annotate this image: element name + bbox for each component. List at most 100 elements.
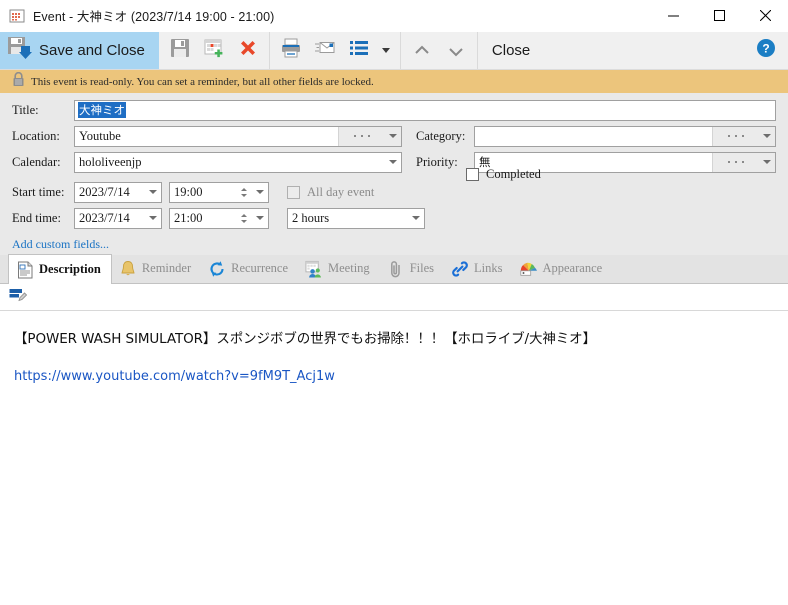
tab-links[interactable]: Links <box>444 254 512 283</box>
duration-dropdown-button[interactable] <box>407 208 424 228</box>
end-date-value: 2023/7/14 <box>79 210 130 225</box>
add-custom-fields-link[interactable]: Add custom fields... <box>0 233 788 255</box>
start-clock-input[interactable]: 19:00 <box>169 181 269 203</box>
calendar-select[interactable]: hololiveenjp <box>74 151 402 173</box>
priority-browse-button[interactable] <box>712 152 758 172</box>
tab-files[interactable]: Files <box>380 254 444 283</box>
lock-icon <box>12 71 25 92</box>
note-edit-icon[interactable] <box>8 286 28 309</box>
chevron-down-icon <box>148 190 157 194</box>
floppy-disk-icon <box>169 37 191 64</box>
chevron-down-icon <box>762 160 771 164</box>
send-email-button[interactable] <box>311 37 339 65</box>
toolbar-group-file <box>159 32 270 69</box>
refresh-circle-icon <box>208 260 226 278</box>
minimize-button[interactable] <box>650 0 696 32</box>
list-view-dropdown[interactable] <box>379 37 393 65</box>
all-day-event-box[interactable] <box>287 185 300 199</box>
paperclip-icon <box>387 260 405 278</box>
tab-meeting[interactable]: Meeting <box>298 254 380 283</box>
readonly-message: This event is read-only. You can set a r… <box>31 75 374 88</box>
category-browse-button[interactable] <box>712 126 758 146</box>
chevron-down-icon <box>762 134 771 138</box>
chevron-down-icon <box>411 216 420 220</box>
close-button[interactable] <box>742 0 788 32</box>
end-date-dropdown-button[interactable] <box>144 208 161 228</box>
save-and-close-icon <box>6 35 32 66</box>
chevron-down-icon <box>148 216 157 220</box>
next-event-button[interactable] <box>442 37 470 65</box>
tab-reminder-label: Reminder <box>141 261 192 275</box>
start-date-value: 2023/7/14 <box>79 184 130 199</box>
list-view-button[interactable] <box>345 37 373 65</box>
calendar-icon <box>9 8 25 24</box>
new-event-button[interactable] <box>200 37 228 65</box>
start-date-input[interactable]: 2023/7/14 <box>74 181 162 203</box>
completed-checkbox[interactable]: Completed <box>466 167 541 182</box>
tab-appearance[interactable]: Appearance <box>512 254 612 283</box>
location-input[interactable]: Youtube <box>74 125 402 147</box>
calendar-priority-row: Calendar: hololiveenjp Priority: 無 <box>12 151 776 173</box>
location-category-row: Location: Youtube Category: <box>12 125 776 147</box>
calendar-plus-icon <box>203 37 225 64</box>
description-panel: 【POWER WASH SIMULATOR】スポンジボブの世界でもお掃除！！！【… <box>0 284 788 605</box>
description-url-link[interactable]: https://www.youtube.com/watch?v=9fM9T_Ac… <box>14 369 774 384</box>
calendar-dropdown-button[interactable] <box>384 152 401 172</box>
previous-event-button[interactable] <box>408 37 436 65</box>
event-form: Title: 大神ミオ Location: Youtube Category: … <box>0 93 788 233</box>
tab-appearance-label: Appearance <box>542 261 603 275</box>
end-clock-dropdown-button[interactable] <box>251 208 268 228</box>
chevron-down-icon <box>255 190 264 194</box>
readonly-info-bar: This event is read-only. You can set a r… <box>0 70 788 93</box>
end-time-row: End time: 2023/7/14 21:00 2 hours <box>12 207 776 229</box>
tab-reminder[interactable]: Reminder <box>112 254 201 283</box>
title-bar: Event - 大神ミオ (2023/7/14 19:00 - 21:00) <box>0 0 788 32</box>
close-toolbar-label: Close <box>491 42 531 59</box>
save-and-close-button[interactable]: Save and Close <box>0 32 159 69</box>
chevron-down-icon <box>388 160 397 164</box>
add-custom-fields-label: Add custom fields... <box>12 237 109 251</box>
end-clock-stepper[interactable] <box>237 208 251 228</box>
tab-description-label: Description <box>39 262 101 276</box>
start-clock-dropdown-button[interactable] <box>251 182 268 202</box>
end-date-input[interactable]: 2023/7/14 <box>74 207 162 229</box>
description-text: 【POWER WASH SIMULATOR】スポンジボブの世界でもお掃除！！！【… <box>14 331 596 347</box>
completed-label: Completed <box>486 167 541 181</box>
category-input[interactable] <box>474 125 776 147</box>
tab-links-label: Links <box>474 261 503 275</box>
list-icon <box>349 38 369 63</box>
location-browse-button[interactable] <box>338 126 384 146</box>
maximize-button[interactable] <box>696 0 742 32</box>
start-time-row: Start time: 2023/7/14 19:00 All day even… <box>12 181 776 203</box>
delete-button[interactable] <box>234 37 262 65</box>
tab-files-label: Files <box>409 261 434 275</box>
save-and-close-label: Save and Close <box>39 42 145 59</box>
save-button[interactable] <box>166 37 194 65</box>
tab-recurrence[interactable]: Recurrence <box>201 254 298 283</box>
end-clock-input[interactable]: 21:00 <box>169 207 269 229</box>
title-row: Title: 大神ミオ <box>12 99 776 121</box>
title-input[interactable]: 大神ミオ <box>74 99 776 121</box>
tab-recurrence-label: Recurrence <box>231 261 289 275</box>
tab-description[interactable]: Description <box>8 254 112 284</box>
help-button[interactable]: ? <box>756 32 788 69</box>
all-day-event-label: All day event <box>307 184 375 199</box>
toolbar-group-navigate <box>401 32 478 69</box>
category-dropdown-button[interactable] <box>758 126 775 146</box>
toolbar-group-output <box>270 32 401 69</box>
red-x-icon <box>238 38 258 63</box>
description-content[interactable]: 【POWER WASH SIMULATOR】スポンジボブの世界でもお掃除！！！【… <box>0 311 788 605</box>
calendar-value: hololiveenjp <box>79 154 142 169</box>
start-date-dropdown-button[interactable] <box>144 182 161 202</box>
print-button[interactable] <box>277 37 305 65</box>
close-toolbar-button[interactable]: Close <box>478 32 530 69</box>
start-clock-stepper[interactable] <box>237 182 251 202</box>
all-day-event-checkbox[interactable]: All day event <box>287 185 374 200</box>
duration-select[interactable]: 2 hours <box>287 207 425 229</box>
window-title: Event - 大神ミオ (2023/7/14 19:00 - 21:00) <box>33 10 275 24</box>
start-time-label: Start time: <box>12 184 65 199</box>
priority-dropdown-button[interactable] <box>758 152 775 172</box>
location-dropdown-button[interactable] <box>384 126 401 146</box>
completed-box[interactable] <box>466 168 479 181</box>
start-clock-value: 19:00 <box>174 184 203 199</box>
